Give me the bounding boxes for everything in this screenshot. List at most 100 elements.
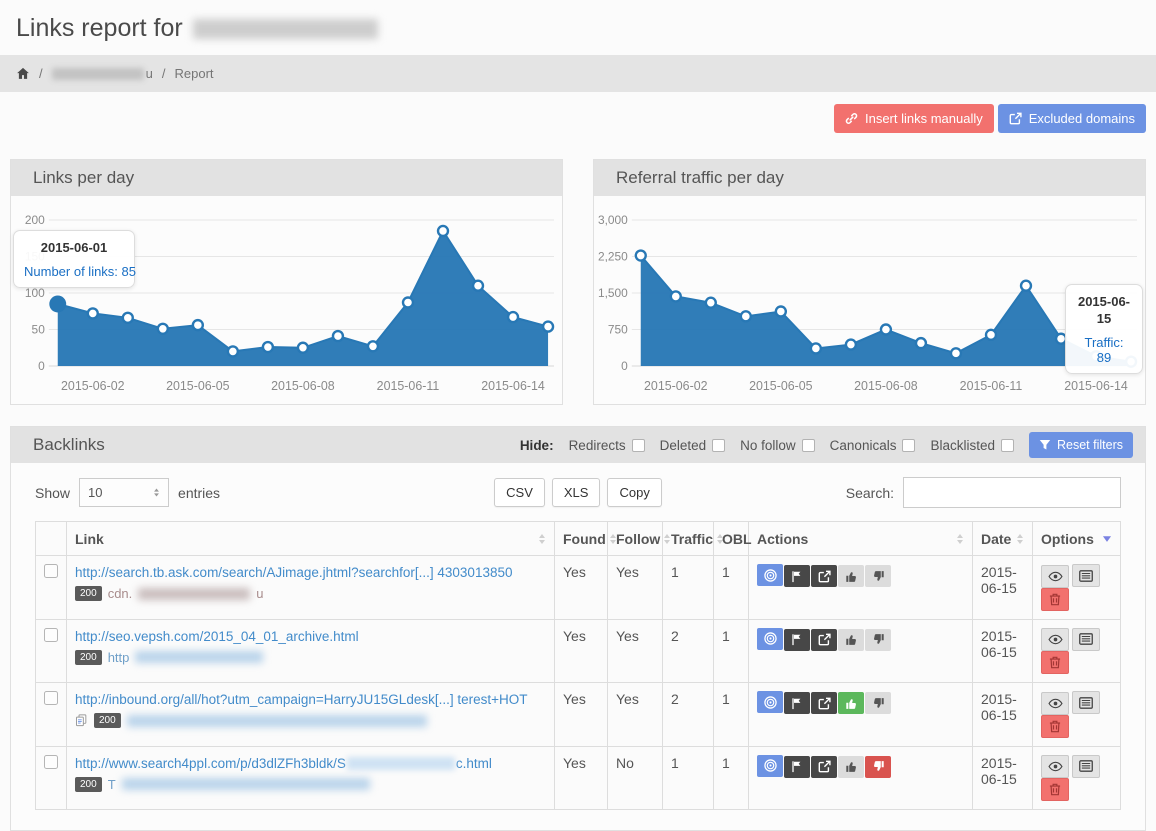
tooltip-date: 2015-06-01 xyxy=(24,239,124,256)
filter-redirects[interactable]: Redirects xyxy=(569,438,645,453)
view-button[interactable] xyxy=(1041,565,1069,588)
filter-checkbox[interactable] xyxy=(1001,439,1014,452)
thumb-down-button[interactable] xyxy=(865,629,891,651)
source-domain-text: u xyxy=(256,586,263,601)
open-link-button[interactable] xyxy=(811,565,837,587)
tooltip-value: Traffic: 89 xyxy=(1076,335,1132,365)
filter-deleted[interactable]: Deleted xyxy=(660,438,726,453)
redacted-site-crumb xyxy=(52,68,144,80)
column-header-found[interactable]: Found xyxy=(555,522,608,556)
column-header-traffic[interactable]: Traffic xyxy=(663,522,714,556)
thumb-down-button[interactable] xyxy=(865,565,891,587)
filter-no-follow[interactable]: No follow xyxy=(740,438,815,453)
backlink-url[interactable]: http://seo.vepsh.com/2015_04_01_archive.… xyxy=(75,629,359,644)
reset-filters-button[interactable]: Reset filters xyxy=(1029,432,1133,458)
home-icon[interactable] xyxy=(16,67,30,80)
view-button[interactable] xyxy=(1041,755,1069,778)
column-header-actions[interactable]: Actions xyxy=(749,522,973,556)
tooltip-date: 2015-06-15 xyxy=(1076,293,1132,327)
xls-button[interactable]: XLS xyxy=(552,478,601,507)
backlink-url[interactable]: http://inbound.org/all/hot?utm_campaign=… xyxy=(75,692,527,707)
backlink-url[interactable]: http://search.tb.ask.com/search/AJimage.… xyxy=(75,565,512,580)
flag-icon xyxy=(791,697,803,710)
svg-text:2015-06-05: 2015-06-05 xyxy=(749,379,813,393)
svg-text:2015-06-08: 2015-06-08 xyxy=(271,379,335,393)
column-header-follow[interactable]: Follow xyxy=(608,522,663,556)
filter-checkbox[interactable] xyxy=(632,439,645,452)
flag-button[interactable] xyxy=(784,565,810,587)
eye-icon xyxy=(1048,761,1063,772)
open-link-button[interactable] xyxy=(811,629,837,651)
thumb-down-button[interactable] xyxy=(865,692,891,714)
search-label: Search: xyxy=(846,485,894,501)
thumb-up-button[interactable] xyxy=(838,629,864,651)
details-button[interactable] xyxy=(1072,564,1100,587)
target-icon xyxy=(763,695,778,710)
delete-button[interactable] xyxy=(1041,588,1069,611)
open-link-button[interactable] xyxy=(811,692,837,714)
status-code-badge: 200 xyxy=(75,777,102,792)
column-header-select[interactable] xyxy=(36,522,67,556)
svg-text:0: 0 xyxy=(38,359,45,373)
table-row: http://search.tb.ask.com/search/AJimage.… xyxy=(36,556,1121,620)
insert-links-manually-button[interactable]: Insert links manually xyxy=(834,104,994,133)
svg-text:1,500: 1,500 xyxy=(598,286,628,300)
search-input[interactable] xyxy=(903,477,1121,508)
check-link-button[interactable] xyxy=(757,628,783,650)
thumb-up-button[interactable] xyxy=(838,692,864,714)
traffic-cell: 1 xyxy=(663,746,714,810)
redacted-url-part xyxy=(347,757,455,770)
tooltip-value: Number of links: 85 xyxy=(24,264,124,279)
check-link-button[interactable] xyxy=(757,691,783,713)
show-entries: Show 10 entries xyxy=(35,478,397,507)
details-button[interactable] xyxy=(1072,628,1100,651)
filter-canonicals[interactable]: Canonicals xyxy=(830,438,916,453)
thumb-up-button[interactable] xyxy=(838,756,864,778)
filter-checkbox[interactable] xyxy=(712,439,725,452)
view-button[interactable] xyxy=(1041,628,1069,651)
details-button[interactable] xyxy=(1072,755,1100,778)
found-cell: Yes xyxy=(555,746,608,810)
column-header-date[interactable]: Date xyxy=(973,522,1033,556)
row-checkbox[interactable] xyxy=(44,564,58,578)
thumb-down-button[interactable] xyxy=(865,756,891,778)
filter-checkbox[interactable] xyxy=(802,439,815,452)
column-header-link[interactable]: Link xyxy=(67,522,555,556)
referral-traffic-panel: Referral traffic per day 07501,5002,2503… xyxy=(593,159,1146,405)
column-header-options[interactable]: Options xyxy=(1033,522,1121,556)
csv-button[interactable]: CSV xyxy=(494,478,545,507)
delete-button[interactable] xyxy=(1041,715,1069,738)
redacted-source-domain xyxy=(138,588,250,600)
sort-both-icon xyxy=(1016,533,1024,545)
filter-icon xyxy=(1039,439,1051,451)
date-cell: 2015-06-15 xyxy=(973,683,1033,747)
excluded-domains-button[interactable]: Excluded domains xyxy=(998,104,1146,133)
flag-button[interactable] xyxy=(784,692,810,714)
filter-checkbox[interactable] xyxy=(902,439,915,452)
check-link-button[interactable] xyxy=(757,755,783,777)
breadcrumb-site[interactable]: u xyxy=(52,66,153,81)
row-checkbox[interactable] xyxy=(44,628,58,642)
column-label: OBL xyxy=(722,531,752,547)
open-link-button[interactable] xyxy=(811,756,837,778)
copy-button[interactable]: Copy xyxy=(607,478,661,507)
check-link-button[interactable] xyxy=(757,564,783,586)
filter-blacklisted[interactable]: Blacklisted xyxy=(930,438,1014,453)
delete-button[interactable] xyxy=(1041,778,1069,801)
backlink-url[interactable]: http://www.search4ppl.com/p/d3dlZFh3bldk… xyxy=(75,756,492,771)
details-icon xyxy=(1079,633,1093,645)
obl-cell: 1 xyxy=(714,619,749,683)
row-checkbox[interactable] xyxy=(44,755,58,769)
row-checkbox[interactable] xyxy=(44,691,58,705)
external-link-icon xyxy=(818,633,831,646)
flag-button[interactable] xyxy=(784,756,810,778)
details-button[interactable] xyxy=(1072,691,1100,714)
redacted-domain xyxy=(193,19,378,39)
details-icon xyxy=(1079,697,1093,709)
view-button[interactable] xyxy=(1041,692,1069,715)
entries-select[interactable]: 10 xyxy=(79,478,169,507)
flag-button[interactable] xyxy=(784,629,810,651)
links-per-day-panel: Links per day 0501001502002015-06-022015… xyxy=(10,159,563,405)
thumb-up-button[interactable] xyxy=(838,565,864,587)
delete-button[interactable] xyxy=(1041,651,1069,674)
